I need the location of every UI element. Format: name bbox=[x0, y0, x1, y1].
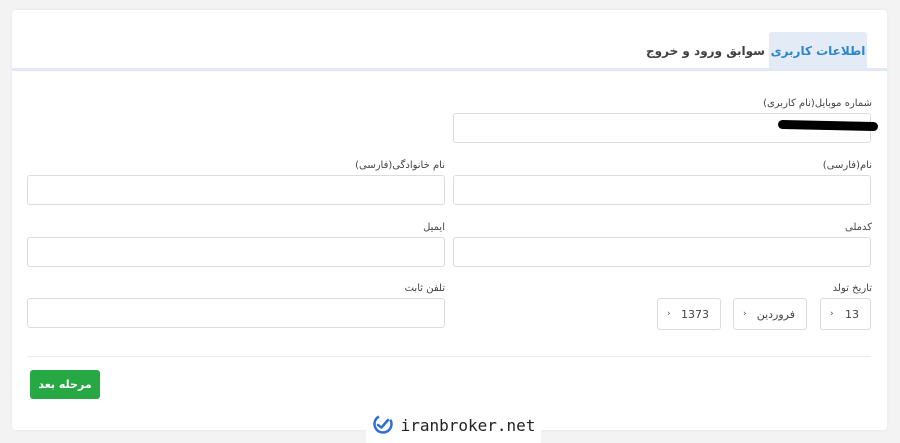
national-code-field[interactable] bbox=[453, 237, 871, 267]
birth-month-value: فروردین bbox=[756, 307, 795, 321]
birth-day-select[interactable]: › 13 bbox=[820, 298, 871, 330]
birth-day-value: 13 bbox=[845, 307, 859, 321]
watermark-text: iranbroker.net bbox=[400, 416, 536, 435]
landline-label: تلفن ثابت bbox=[404, 283, 445, 294]
form-divider bbox=[27, 356, 871, 357]
birth-year-select[interactable]: › 1373 bbox=[657, 298, 721, 330]
iranbroker-logo-icon bbox=[372, 413, 394, 439]
redaction-mark bbox=[777, 119, 879, 132]
birth-date-label: تاریخ تولد bbox=[832, 283, 872, 294]
mobile-field[interactable] bbox=[453, 113, 879, 143]
first-name-label: نام(فارسی) bbox=[822, 160, 872, 171]
tabs-underline bbox=[12, 68, 887, 71]
email-field[interactable] bbox=[27, 237, 445, 267]
chevron-down-icon: › bbox=[667, 309, 671, 319]
user-info-card: اطلاعات کاربری سوابق ورود و خروج شماره م… bbox=[12, 10, 887, 430]
email-label: ایمیل bbox=[423, 222, 445, 233]
first-name-field[interactable] bbox=[453, 175, 871, 205]
next-step-button[interactable]: مرحله بعد bbox=[30, 370, 100, 399]
mobile-label: شماره موبایل(نام کاربری) bbox=[763, 98, 872, 109]
last-name-field[interactable] bbox=[27, 175, 445, 205]
national-code-label: کدملی bbox=[844, 222, 872, 233]
tab-login-history[interactable]: سوابق ورود و خروج bbox=[645, 32, 766, 69]
last-name-label: نام خانوادگی(فارسی) bbox=[355, 160, 445, 171]
chevron-down-icon: › bbox=[830, 309, 834, 319]
birth-year-value: 1373 bbox=[681, 307, 709, 321]
landline-field[interactable] bbox=[27, 298, 445, 328]
watermark: iranbroker.net bbox=[366, 408, 541, 443]
birth-month-select[interactable]: › فروردین bbox=[733, 298, 807, 330]
chevron-down-icon: › bbox=[743, 309, 747, 319]
tab-user-info[interactable]: اطلاعات کاربری bbox=[769, 32, 867, 69]
